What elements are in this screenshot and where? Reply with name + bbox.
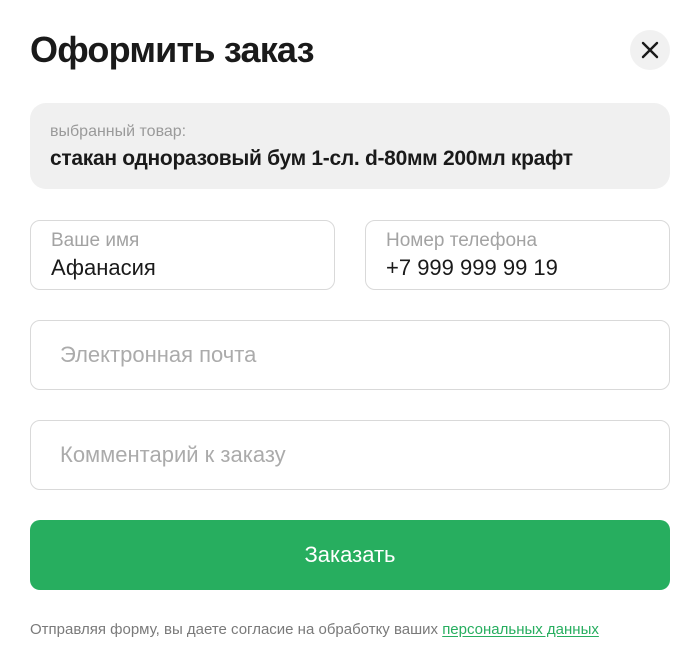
selected-product-name: стакан одноразовый бум 1-сл. d-80мм 200м… [50,147,573,170]
phone-field-value[interactable]: +7 999 999 99 19 [386,255,558,281]
name-field[interactable]: Ваше имя Афанасия [30,220,335,290]
submit-order-button[interactable]: Заказать [30,520,670,590]
dialog-title: Оформить заказ [30,29,314,70]
comment-field-placeholder: Комментарий к заказу [60,442,286,467]
close-button[interactable] [630,30,670,70]
selected-product-box: выбранный товар: стакан одноразовый бум … [30,103,670,189]
name-field-value[interactable]: Афанасия [51,255,156,281]
personal-data-link[interactable]: персональных данных [442,621,599,638]
comment-field[interactable]: Комментарий к заказу [30,420,670,490]
phone-field-label: Номер телефона [386,230,538,251]
consent-notice: Отправляя форму, вы даете согласие на об… [30,620,599,640]
selected-product-caption: выбранный товар: [50,123,187,140]
close-icon [641,41,659,59]
email-field-placeholder: Электронная почта [60,342,257,367]
phone-field[interactable]: Номер телефона +7 999 999 99 19 [365,220,670,290]
order-dialog: Оформить заказ выбранный товар: стакан о… [0,0,700,669]
name-field-label: Ваше имя [51,230,140,251]
consent-text: Отправляя форму, вы даете согласие на об… [30,621,443,638]
email-field[interactable]: Электронная почта [30,320,670,390]
